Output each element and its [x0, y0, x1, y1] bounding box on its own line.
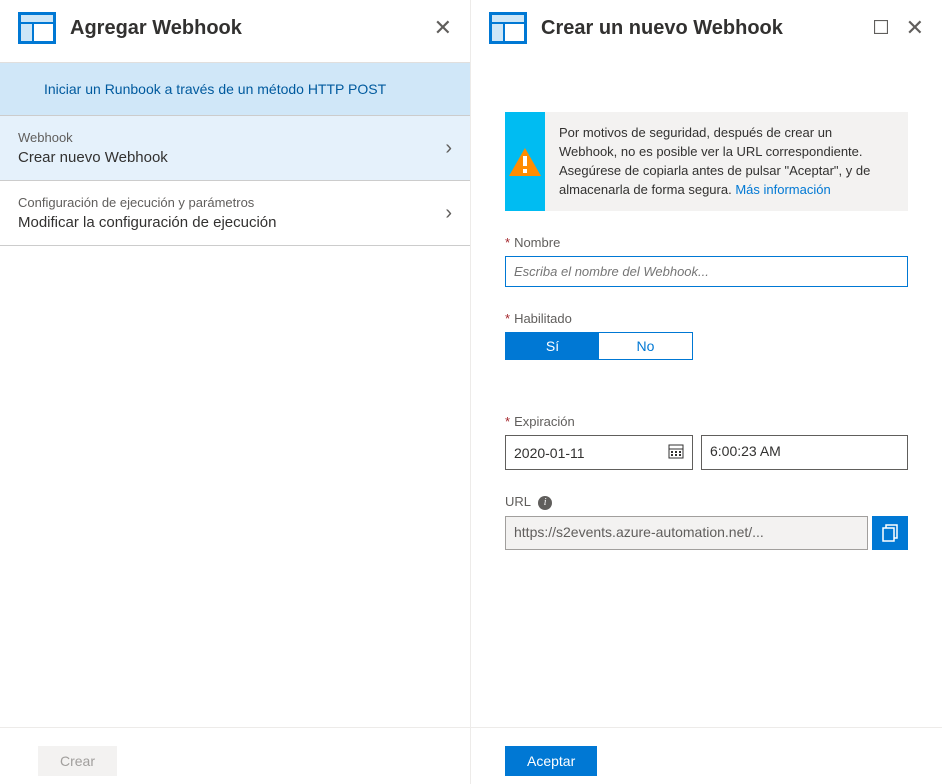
add-webhook-panel: Agregar Webhook ✕ Iniciar un Runbook a t…	[0, 0, 471, 784]
subtitle-bar: Iniciar un Runbook a través de un método…	[0, 62, 470, 115]
list-item-label: Webhook	[18, 130, 445, 145]
list-item-label: Configuración de ejecución y parámetros	[18, 195, 445, 210]
expiration-label: Expiración	[514, 414, 575, 429]
list-item-run-config[interactable]: Configuración de ejecución y parámetros …	[0, 181, 470, 246]
panel-icon	[18, 12, 56, 44]
security-info-box: Por motivos de seguridad, después de cre…	[505, 112, 908, 211]
enabled-no[interactable]: No	[599, 333, 692, 359]
panel-footer-left: Crear	[0, 727, 470, 784]
expiration-field: *Expiración 2020-01-11 6:00:23 AM	[505, 414, 908, 470]
expiration-date-value: 2020-01-11	[514, 445, 585, 461]
name-label: Nombre	[514, 235, 560, 250]
enabled-label: Habilitado	[514, 311, 572, 326]
restore-button[interactable]	[874, 18, 888, 39]
url-field: URL i https://s2events.azure-automation.…	[505, 494, 908, 550]
calendar-icon	[668, 443, 684, 462]
expiration-time-input[interactable]: 6:00:23 AM	[701, 435, 908, 470]
name-input[interactable]	[505, 256, 908, 287]
panel-title-left: Agregar Webhook	[70, 17, 434, 40]
list-item-value: Crear nuevo Webhook	[18, 149, 445, 166]
close-button-right[interactable]: ✕	[906, 17, 924, 39]
url-label: URL	[505, 494, 531, 509]
list-item-webhook[interactable]: Webhook Crear nuevo Webhook ›	[0, 115, 470, 181]
enabled-toggle: Sí No	[505, 332, 693, 360]
accept-button[interactable]: Aceptar	[505, 746, 597, 776]
create-button[interactable]: Crear	[38, 746, 117, 776]
name-field: *Nombre	[505, 235, 908, 287]
enabled-yes[interactable]: Sí	[506, 333, 599, 359]
panel-icon	[489, 12, 527, 44]
panel-header-left: Agregar Webhook ✕	[0, 0, 470, 62]
copy-button[interactable]	[872, 516, 908, 550]
panel-footer-right: Aceptar	[471, 727, 942, 784]
chevron-right-icon: ›	[445, 202, 452, 225]
chevron-right-icon: ›	[445, 137, 452, 160]
url-value: https://s2events.azure-automation.net/..…	[505, 516, 868, 550]
expiration-date-input[interactable]: 2020-01-11	[505, 435, 693, 470]
list-item-value: Modificar la configuración de ejecución	[18, 214, 445, 231]
create-webhook-panel: Crear un nuevo Webhook ✕ Por motivos de …	[471, 0, 942, 784]
warning-icon	[505, 112, 545, 211]
panel-title-right: Crear un nuevo Webhook	[541, 17, 874, 40]
close-button-left[interactable]: ✕	[434, 17, 452, 39]
enabled-field: *Habilitado Sí No	[505, 311, 908, 360]
info-icon[interactable]: i	[538, 496, 552, 510]
info-text: Por motivos de seguridad, después de cre…	[545, 112, 908, 211]
more-info-link[interactable]: Más información	[735, 182, 830, 197]
panel-header-right: Crear un nuevo Webhook ✕	[471, 0, 942, 62]
